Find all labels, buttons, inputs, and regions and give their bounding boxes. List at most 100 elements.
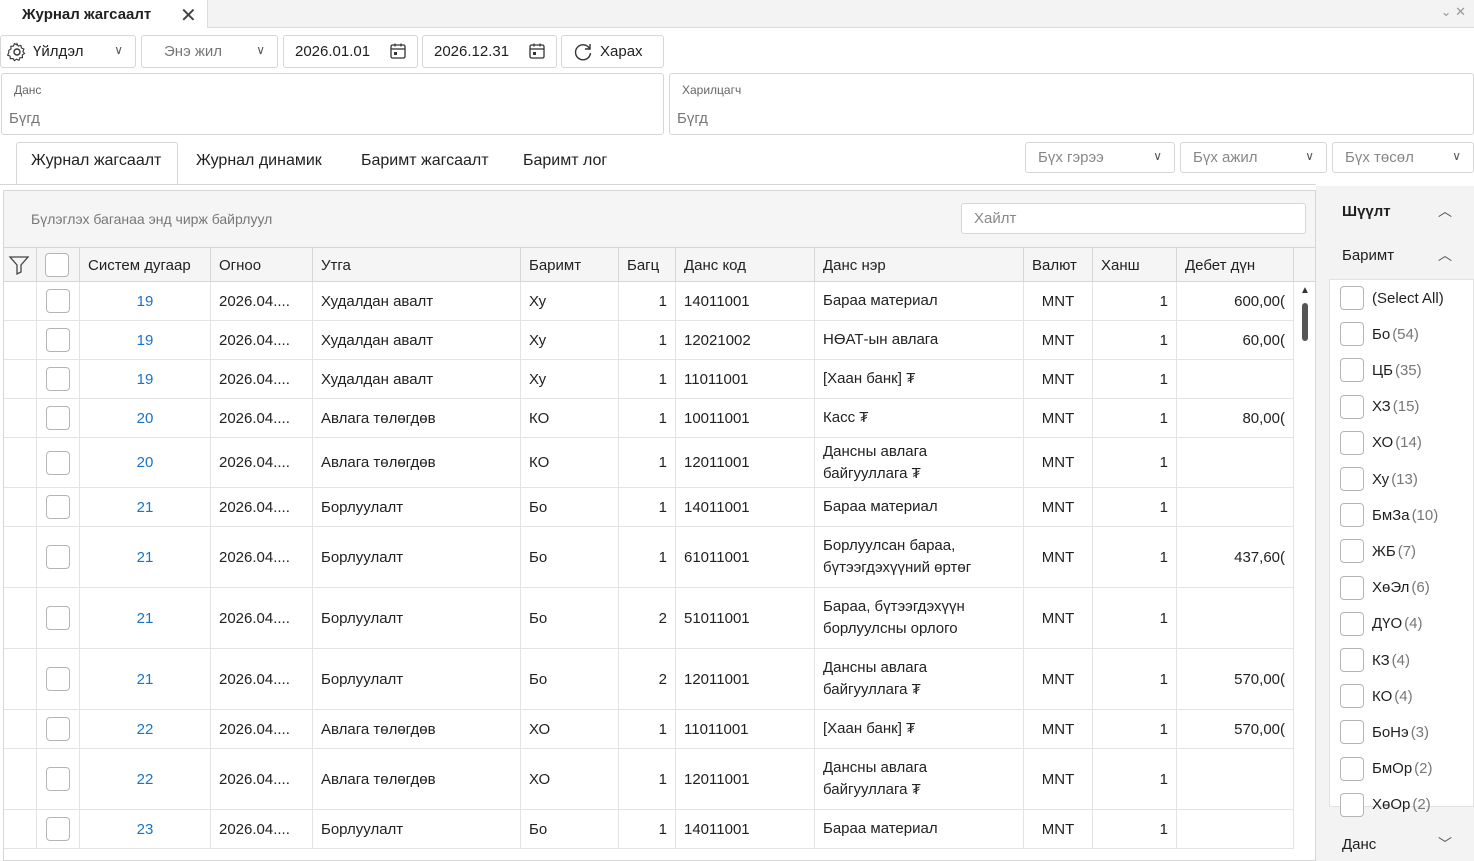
tab-document-log[interactable]: Баримт лог [523,152,607,170]
column-header-description[interactable]: Утга [313,248,521,282]
row-checkbox-box[interactable] [46,495,70,519]
row-checkbox[interactable] [37,710,80,748]
filter-checkbox[interactable] [1340,430,1364,455]
document-filter-item[interactable]: (Select All) [1340,286,1446,310]
tab-journal-dynamic[interactable]: Журнал динамик [196,152,322,170]
side-account-section[interactable]: Данс [1342,836,1376,853]
scrollbar-thumb[interactable] [1302,303,1308,341]
document-filter-item[interactable]: БмОр (2) [1340,756,1433,781]
filter-checkbox[interactable] [1340,539,1364,564]
filter-checkbox[interactable] [1340,684,1364,709]
cell-system-number[interactable]: 21 [80,488,211,526]
chevron-down-icon[interactable]: ﹀ [1438,834,1452,854]
period-select[interactable]: Энэ жил ∨ [141,35,278,68]
document-filter-item[interactable]: ХО (14) [1340,430,1422,455]
column-header-batch[interactable]: Багц [619,248,676,282]
row-checkbox-box[interactable] [46,717,70,741]
document-filter-item[interactable]: ХөОр (2) [1340,792,1431,817]
cell-system-number[interactable]: 21 [80,527,211,587]
row-checkbox-box[interactable] [46,667,70,691]
document-filter-item[interactable]: КЗ (4) [1340,648,1410,672]
row-checkbox[interactable] [37,488,80,526]
row-checkbox[interactable] [37,282,80,320]
column-header-account-code[interactable]: Данс код [676,248,815,282]
document-filter-item[interactable]: БоНэ (3) [1340,720,1429,745]
view-button[interactable]: Харах [561,35,664,68]
grid-scrollbar[interactable]: ▲ [1297,283,1313,860]
column-header-debit[interactable]: Дебет дүн [1177,248,1294,282]
document-filter-item[interactable]: ДҮО (4) [1340,611,1423,636]
document-filter-item[interactable]: БмЗа (10) [1340,503,1438,528]
filter-checkbox[interactable] [1340,286,1364,310]
filter-checkbox[interactable] [1340,503,1364,528]
column-header-date[interactable]: Огноо [211,248,313,282]
cell-system-number[interactable]: 20 [80,399,211,437]
filter-icon[interactable] [4,248,37,282]
date-from-picker[interactable]: 2026.01.01 [283,35,418,68]
table-row[interactable]: 21 2026.04.... Борлуулалт Бо 2 51011001 Бараа,… [4,588,1294,649]
calendar-icon[interactable] [389,42,407,60]
cell-system-number[interactable]: 19 [80,321,211,359]
filter-checkbox[interactable] [1340,358,1364,383]
table-row[interactable]: 21 2026.04.... Борлуулалт Бо 1 61011001 Борлуу… [4,527,1294,588]
table-row[interactable]: 20 2026.04.... Авлага төлөгдөв КО 1 12011001 Д… [4,438,1294,488]
calendar-icon[interactable] [528,42,546,60]
row-checkbox-box[interactable] [46,767,70,791]
row-checkbox[interactable] [37,321,80,359]
row-checkbox-box[interactable] [46,450,70,475]
filter-checkbox[interactable] [1340,575,1364,600]
document-filter-item[interactable]: ЖБ (7) [1340,539,1416,564]
partner-filter-field[interactable]: Харилцагч Бүгд [669,73,1474,135]
select-all-checkbox[interactable] [37,248,80,282]
column-header-currency[interactable]: Валют [1024,248,1093,282]
table-row[interactable]: 22 2026.04.... Авлага төлөгдөв ХО 1 12011001 Д… [4,749,1294,810]
cell-system-number[interactable]: 21 [80,588,211,648]
table-row[interactable]: 23 2026.04.... Борлуулалт Бо 1 14011001 Бараа … [4,810,1294,849]
cell-system-number[interactable]: 21 [80,649,211,709]
row-checkbox-box[interactable] [46,817,70,841]
table-row[interactable]: 21 2026.04.... Борлуулалт Бо 1 14011001 Бараа … [4,488,1294,527]
tab-document-list[interactable]: Баримт жагсаалт [361,152,489,170]
row-checkbox-box[interactable] [46,545,70,569]
date-to-picker[interactable]: 2026.12.31 [422,35,557,68]
filter-checkbox[interactable] [1340,648,1364,672]
chevron-up-icon[interactable]: ︿ [1438,245,1452,265]
document-filter-item[interactable]: ХЗ (15) [1340,394,1419,419]
filter-checkbox[interactable] [1340,394,1364,419]
contract-select[interactable]: Бүх гэрээ ∨ [1025,142,1175,173]
filter-checkbox[interactable] [1340,467,1364,491]
cell-system-number[interactable]: 22 [80,749,211,809]
filter-checkbox[interactable] [1340,720,1364,745]
row-checkbox-box[interactable] [46,289,70,313]
filter-checkbox[interactable] [1340,611,1364,636]
row-checkbox-box[interactable] [46,606,70,630]
column-header-system-number[interactable]: Систем дугаар [80,248,211,282]
row-checkbox-box[interactable] [46,406,70,430]
row-checkbox-box[interactable] [46,367,70,391]
document-filter-item[interactable]: ЦБ (35) [1340,358,1422,383]
table-row[interactable]: 20 2026.04.... Авлага төлөгдөв КО 1 10011001 К… [4,399,1294,438]
table-row[interactable]: 21 2026.04.... Борлуулалт Бо 2 12011001 Дансны… [4,649,1294,710]
table-row[interactable]: 19 2026.04.... Худалдан авалт Ху 1 12021002 НӨ… [4,321,1294,360]
work-select[interactable]: Бүх ажил ∨ [1180,142,1327,173]
document-filter-item[interactable]: Бо (54) [1340,322,1419,347]
project-select[interactable]: Бүх төсөл ∨ [1332,142,1474,173]
group-panel[interactable]: Бүлэглэх баганаа энд чирж байрлуул Хайлт [4,191,1315,248]
cell-system-number[interactable]: 19 [80,282,211,320]
document-filter-item[interactable]: ХөЭл (6) [1340,575,1430,600]
row-checkbox[interactable] [37,749,80,809]
chevron-down-icon[interactable]: ⌄ ✕ [1441,4,1466,20]
table-row[interactable]: 22 2026.04.... Авлага төлөгдөв ХО 1 11011001[… [4,710,1294,749]
row-checkbox[interactable] [37,588,80,648]
chevron-up-icon[interactable]: ︿ [1438,201,1452,221]
filter-checkbox[interactable] [1340,756,1364,781]
action-menu-button[interactable]: Үйлдэл ∨ [0,35,136,68]
table-row[interactable]: 19 2026.04.... Худалдан авалт Ху 1 14011001 Ба… [4,282,1294,321]
row-checkbox[interactable] [37,399,80,437]
row-checkbox[interactable] [37,527,80,587]
cell-system-number[interactable]: 19 [80,360,211,398]
filter-checkbox[interactable] [1340,792,1364,817]
column-header-account-name[interactable]: Данс нэр [815,248,1024,282]
table-row[interactable]: 19 2026.04.... Худалдан авалт Ху 1 11011001 [Х… [4,360,1294,399]
row-checkbox[interactable] [37,649,80,709]
